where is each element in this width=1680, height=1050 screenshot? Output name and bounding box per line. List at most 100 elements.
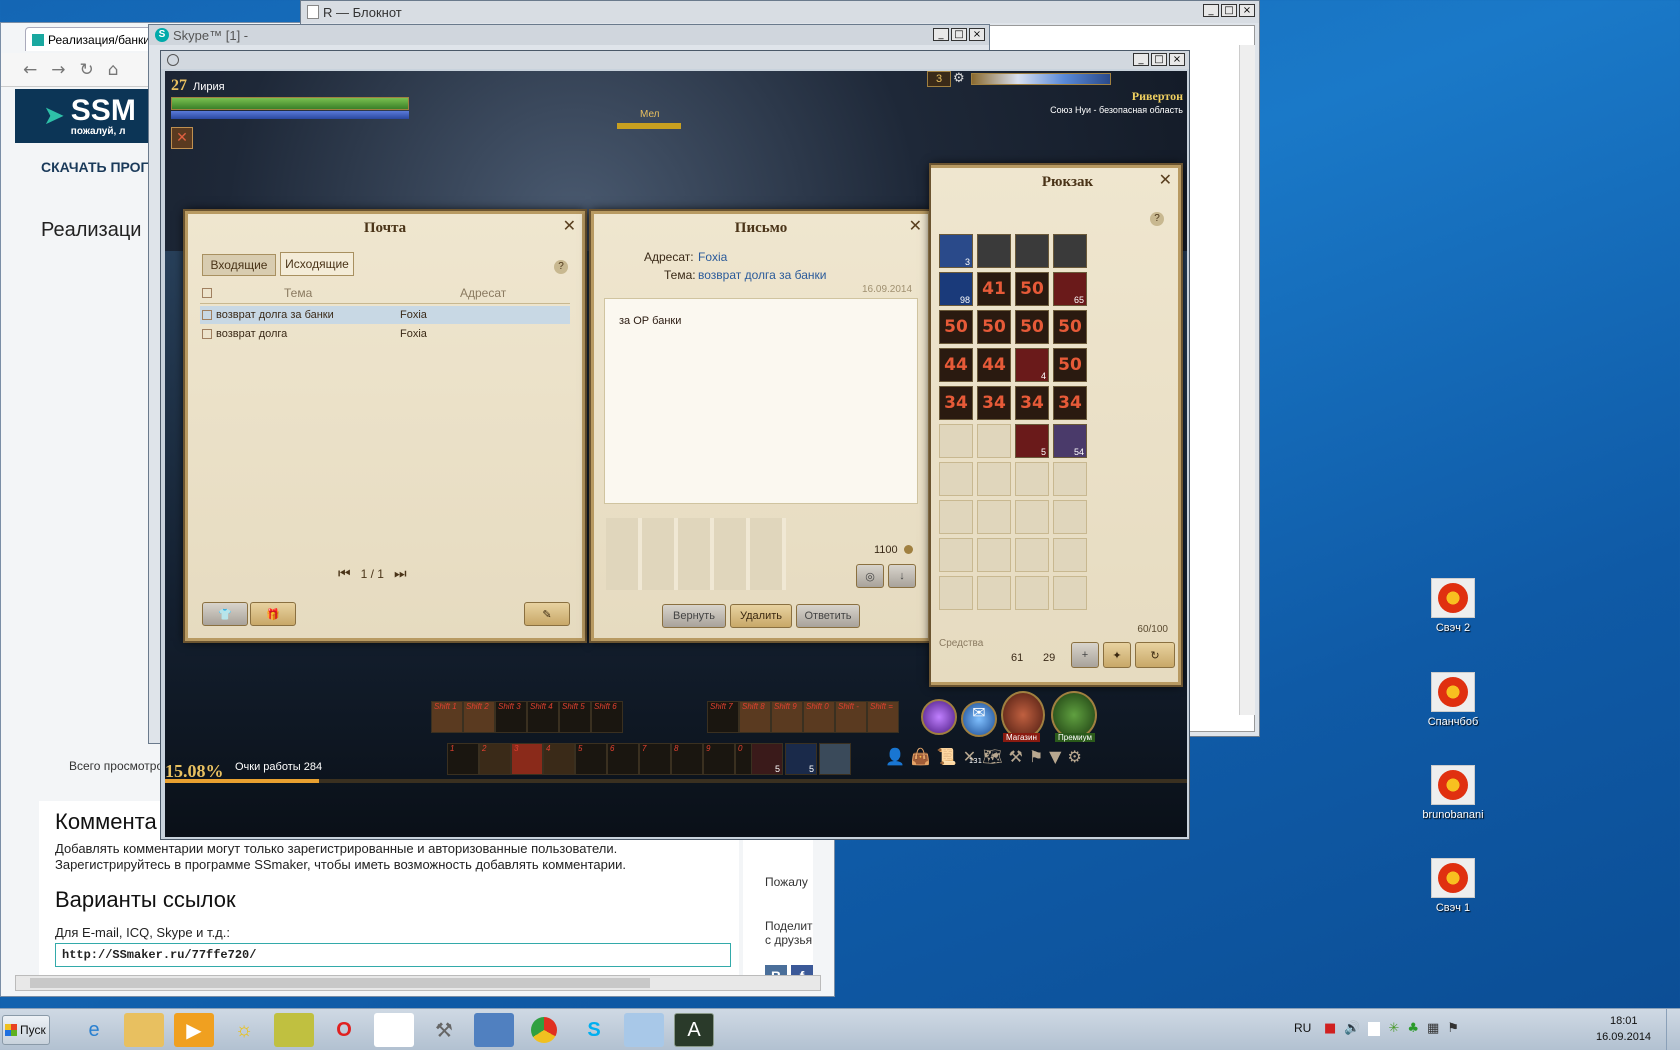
- hotbar-slot[interactable]: Shift 0: [803, 701, 835, 733]
- inventory-slot[interactable]: [977, 576, 1011, 610]
- minimize-button[interactable]: _: [1133, 53, 1149, 66]
- craft-icon[interactable]: ⚒: [1008, 747, 1022, 766]
- inventory-slot[interactable]: [939, 462, 973, 496]
- hotbar-slot[interactable]: 7: [639, 743, 671, 775]
- inventory-slot[interactable]: 50: [939, 310, 973, 344]
- inventory-slot[interactable]: [1015, 538, 1049, 572]
- link-field[interactable]: http://SSmaker.ru/77ffe720/: [55, 943, 731, 967]
- help-icon[interactable]: ?: [1150, 212, 1164, 226]
- potion-slot[interactable]: 5: [785, 743, 817, 775]
- inventory-slot[interactable]: [977, 462, 1011, 496]
- explorer-icon[interactable]: [124, 1013, 164, 1047]
- refresh-button[interactable]: ↻: [1135, 642, 1175, 668]
- inventory-slot[interactable]: 50: [1015, 272, 1049, 306]
- mail-row[interactable]: возврат долга Foxia: [200, 325, 570, 343]
- skype-taskbar-icon[interactable]: S: [574, 1013, 614, 1047]
- hotbar-slot[interactable]: Shift 4: [527, 701, 559, 733]
- take-all-button[interactable]: 👕: [202, 602, 248, 626]
- vertical-scrollbar[interactable]: [1239, 45, 1255, 715]
- desktop-icon-svech1[interactable]: Свэч 1: [1408, 858, 1498, 914]
- reply-button[interactable]: Ответить: [796, 604, 860, 628]
- close-icon[interactable]: ✕: [1159, 170, 1172, 189]
- col-subject[interactable]: Тема: [284, 286, 312, 300]
- inventory-slot[interactable]: [977, 500, 1011, 534]
- hotbar-slot[interactable]: 3: [511, 743, 543, 775]
- horizontal-scrollbar[interactable]: [15, 975, 821, 991]
- hotbar-slot[interactable]: 4: [543, 743, 575, 775]
- guild-icon[interactable]: ⚑: [1029, 747, 1043, 766]
- ie-icon[interactable]: e: [74, 1013, 114, 1047]
- return-button[interactable]: Вернуть: [662, 604, 726, 628]
- map-icon[interactable]: 🗺: [982, 747, 1002, 766]
- close-button[interactable]: ×: [969, 28, 985, 41]
- hotbar-slot[interactable]: 2: [479, 743, 511, 775]
- volume-icon[interactable]: 🔊: [1344, 1021, 1360, 1036]
- minimize-button[interactable]: _: [933, 28, 949, 41]
- bag-icon[interactable]: 👜: [911, 747, 931, 766]
- inventory-slot[interactable]: 44: [977, 348, 1011, 382]
- hotbar-slot[interactable]: Shift 5: [559, 701, 591, 733]
- game-viewport[interactable]: 27 Лирия ✕ Мел 3 ⚙ Ривертон Союз Нуи - б…: [165, 71, 1187, 837]
- show-desktop-button[interactable]: [1666, 1009, 1680, 1050]
- mail-row[interactable]: возврат долга за банки Foxia: [200, 306, 570, 324]
- inventory-slot[interactable]: 5: [1015, 424, 1049, 458]
- clock-date[interactable]: 16.09.2014: [1596, 1031, 1651, 1043]
- skills-icon[interactable]: ✕ 131: [963, 747, 982, 766]
- maximize-button[interactable]: □: [951, 28, 967, 41]
- inventory-slot[interactable]: [1053, 500, 1087, 534]
- reload-icon[interactable]: ↻: [80, 60, 94, 80]
- inventory-slot[interactable]: 54: [1053, 424, 1087, 458]
- chrome-icon[interactable]: [524, 1013, 564, 1047]
- antivirus-icon[interactable]: ■: [1324, 1021, 1336, 1036]
- row-checkbox[interactable]: [202, 310, 212, 320]
- tab-outbox[interactable]: Исходящие: [280, 252, 354, 276]
- inventory-slot[interactable]: [1015, 462, 1049, 496]
- inventory-slot[interactable]: [1053, 234, 1087, 268]
- inventory-slot[interactable]: [977, 538, 1011, 572]
- help-icon[interactable]: ?: [554, 260, 568, 274]
- inventory-slot[interactable]: 34: [1015, 386, 1049, 420]
- forward-arrow-icon[interactable]: →: [51, 60, 65, 80]
- inventory-slot[interactable]: [939, 500, 973, 534]
- to-value[interactable]: Foxia: [698, 250, 727, 264]
- expand-icon[interactable]: ◎: [856, 564, 884, 588]
- inventory-slot[interactable]: 3: [939, 234, 973, 268]
- inventory-slot[interactable]: [1053, 576, 1087, 610]
- select-all-checkbox[interactable]: [202, 288, 212, 298]
- inventory-slot[interactable]: [939, 424, 973, 458]
- remote-desktop-icon[interactable]: [474, 1013, 514, 1047]
- hotbar-slot[interactable]: Shift -: [835, 701, 867, 733]
- browser-tab[interactable]: Реализация/банки: [25, 27, 155, 51]
- row-checkbox[interactable]: [202, 329, 212, 339]
- hotbar-slot[interactable]: Shift 1: [431, 701, 463, 733]
- inventory-slot[interactable]: [1015, 576, 1049, 610]
- inventory-slot[interactable]: 98: [939, 272, 973, 306]
- shop-button[interactable]: [1001, 691, 1045, 739]
- close-icon[interactable]: ✕: [563, 216, 576, 235]
- download-link[interactable]: СКАЧАТЬ ПРОГ: [41, 159, 149, 175]
- desktop-icon-spongebob[interactable]: Спанчбоб: [1408, 672, 1498, 728]
- inventory-slot[interactable]: 41: [977, 272, 1011, 306]
- close-button[interactable]: ×: [1239, 4, 1255, 17]
- close-icon[interactable]: ✕: [909, 216, 922, 235]
- take-items-button[interactable]: 🎁: [250, 602, 296, 626]
- quest-icon[interactable]: 📜: [937, 747, 957, 766]
- write-mail-button[interactable]: ✎: [524, 602, 570, 626]
- inventory-slot[interactable]: 44: [939, 348, 973, 382]
- blank-tray-icon[interactable]: [1368, 1021, 1381, 1036]
- archeage-taskbar-icon[interactable]: A: [674, 1013, 714, 1047]
- hotbar-slot[interactable]: 8: [671, 743, 703, 775]
- desktop-icon-svech2[interactable]: Свэч 2: [1408, 578, 1498, 634]
- inventory-slot[interactable]: 50: [977, 310, 1011, 344]
- inventory-slot[interactable]: 4: [1015, 348, 1049, 382]
- download-icon[interactable]: ↓: [888, 564, 916, 588]
- maximize-button[interactable]: □: [1221, 4, 1237, 17]
- inventory-slot[interactable]: 50: [1015, 310, 1049, 344]
- target-name[interactable]: Мел: [640, 109, 660, 120]
- hotbar-slot[interactable]: Shift 7: [707, 701, 739, 733]
- inventory-slot[interactable]: [1053, 538, 1087, 572]
- tab-inbox[interactable]: Входящие: [202, 254, 276, 276]
- col-recipient[interactable]: Адресат: [460, 286, 506, 300]
- last-page-icon[interactable]: ⏭: [394, 566, 407, 582]
- hotbar-slot[interactable]: 1: [447, 743, 479, 775]
